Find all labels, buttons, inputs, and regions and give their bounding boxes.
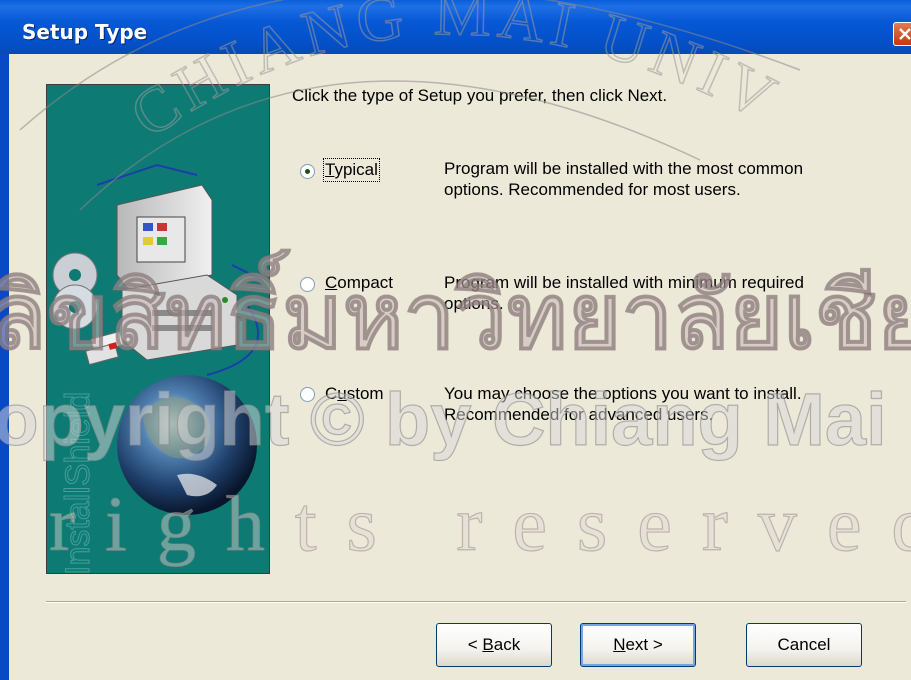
globe-icon <box>117 375 257 515</box>
custom-label[interactable]: Custom <box>325 384 384 404</box>
title-bar[interactable]: Setup Type <box>0 0 911 54</box>
compact-radio[interactable] <box>300 277 315 292</box>
installshield-brand-text: InstallShield <box>59 392 97 574</box>
compact-label[interactable]: Compact <box>325 273 393 293</box>
close-icon <box>899 28 911 40</box>
back-button[interactable]: < Back <box>436 623 552 667</box>
cd-disc-icon <box>52 252 98 330</box>
custom-description: You may choose the options you want to i… <box>444 384 802 424</box>
installshield-illustration: InstallShield <box>46 84 270 574</box>
close-button[interactable] <box>893 22 911 46</box>
next-button[interactable]: Next > <box>580 623 696 667</box>
cancel-button[interactable]: Cancel <box>746 623 862 667</box>
setup-dialog: Setup Type InstallShield Click the type … <box>0 0 911 680</box>
computer-icon <box>116 184 238 361</box>
typical-description: Program will be installed with the most … <box>444 159 804 199</box>
floppy-disk-icon <box>85 330 124 366</box>
custom-radio[interactable] <box>300 387 315 402</box>
window-title: Setup Type <box>22 20 148 44</box>
instruction-text: Click the type of Setup you prefer, then… <box>292 86 668 105</box>
cable-line <box>96 163 198 186</box>
compact-description: Program will be installed with minimum r… <box>444 273 804 313</box>
separator-line <box>46 601 906 603</box>
typical-label[interactable]: Typical <box>323 158 380 182</box>
window-border <box>0 54 9 680</box>
typical-radio[interactable] <box>300 164 315 179</box>
